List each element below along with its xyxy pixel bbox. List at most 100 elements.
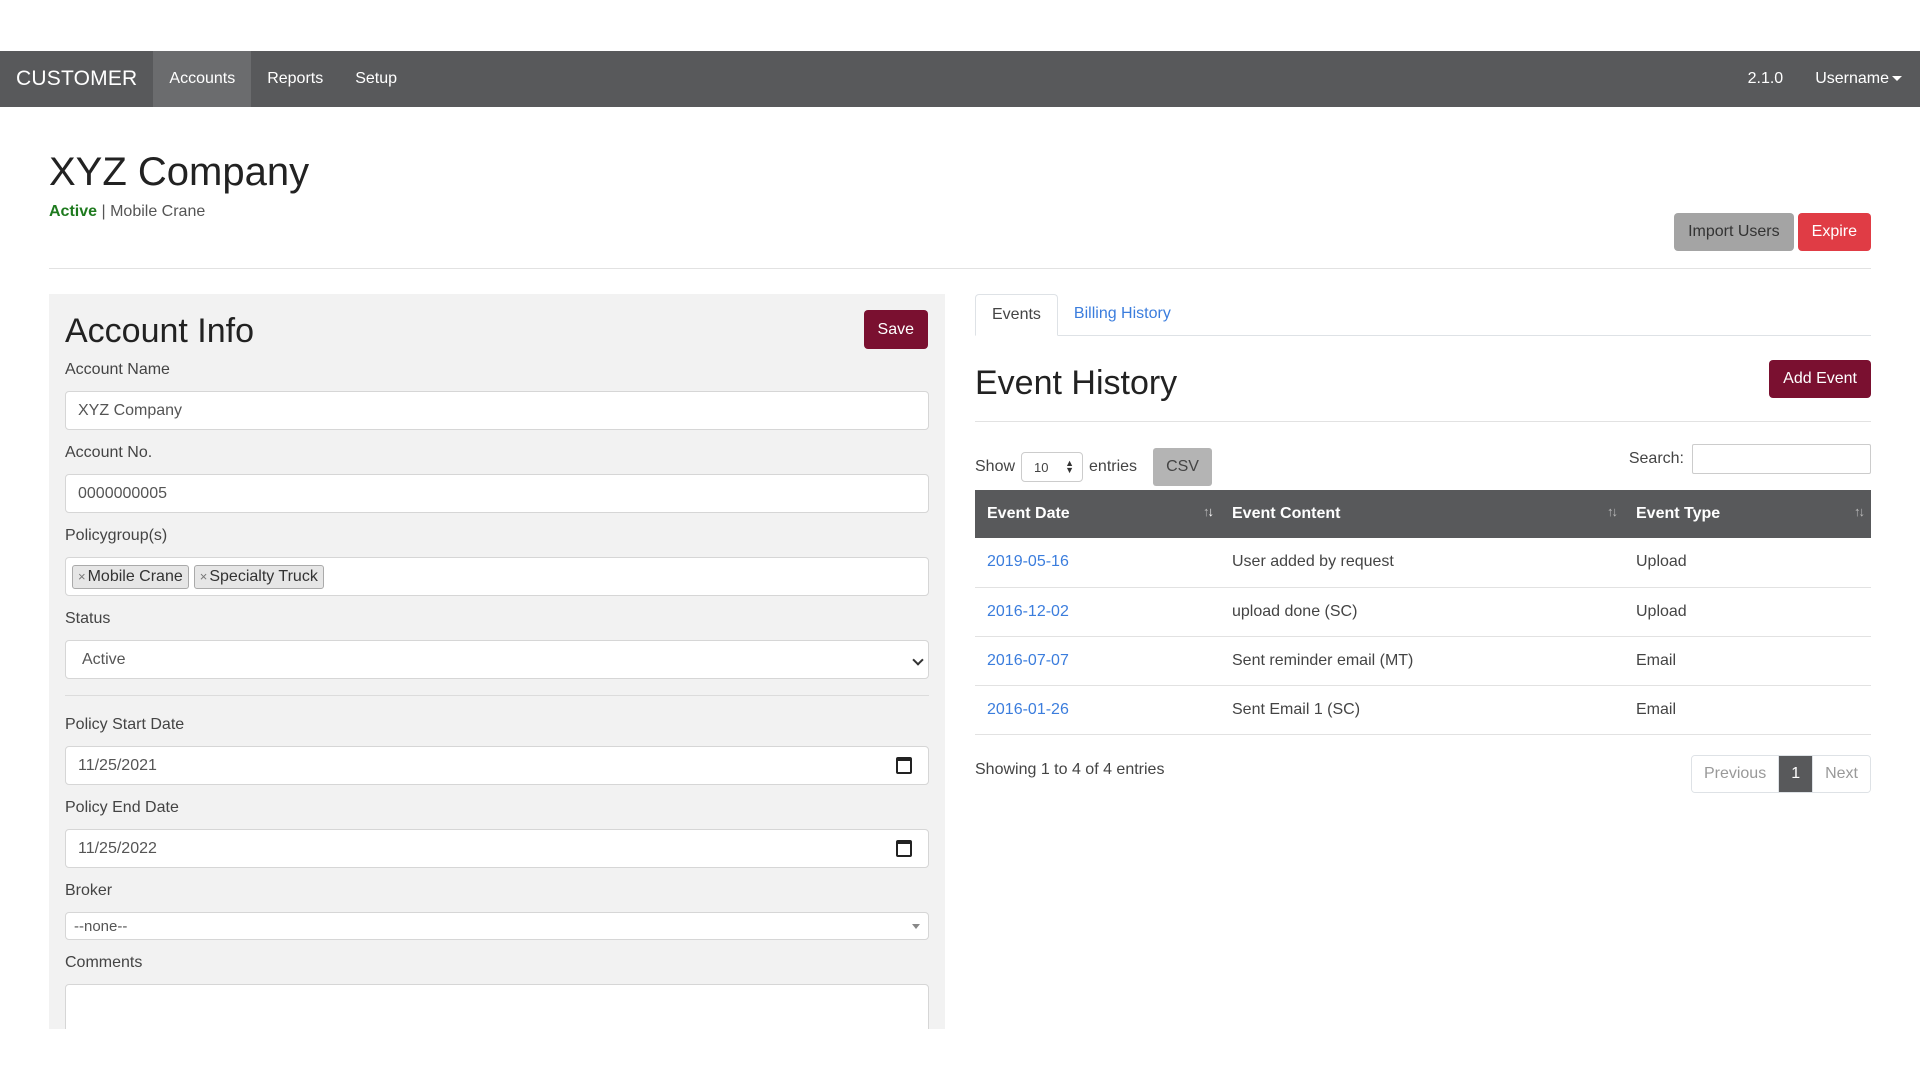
account-info-title: Account Info <box>65 312 255 350</box>
policy-label: Mobile Crane <box>110 203 206 220</box>
broker-label: Broker <box>65 882 113 899</box>
calendar-icon[interactable] <box>896 840 912 857</box>
event-date-link[interactable]: 2016-01-26 <box>987 701 1069 718</box>
event-type-cell: Upload <box>1624 538 1871 588</box>
caret-down-icon <box>912 924 920 929</box>
status-select[interactable]: Active <box>65 640 929 679</box>
pagination: Previous 1 Next <box>1690 754 1871 793</box>
entries-length: Show 10 ▲ ▼ entries CSV <box>975 448 1212 486</box>
table-row: 2016-12-02 upload done (SC) Upload <box>975 587 1871 637</box>
event-date-link[interactable]: 2019-05-16 <box>987 553 1069 570</box>
csv-button[interactable]: CSV <box>1153 448 1212 486</box>
table-header-row: Event Date ↑↓ Event Content ↑↓ Event Type ↑… <box>975 490 1871 538</box>
account-name-input[interactable]: XYZ Company <box>65 391 929 430</box>
separator: | <box>101 203 106 220</box>
event-header: Event History Add Event <box>975 336 1871 422</box>
top-gap <box>0 0 1920 51</box>
calendar-icon[interactable] <box>896 757 912 774</box>
nav-item-reports[interactable]: Reports <box>251 51 339 107</box>
caret-down-icon <box>1892 76 1902 82</box>
policy-end-value: 11/25/2022 <box>78 839 157 857</box>
search-input[interactable] <box>1692 444 1871 474</box>
event-table: Event Date ↑↓ Event Content ↑↓ Event Type ↑… <box>975 490 1871 735</box>
form-divider <box>65 695 929 696</box>
page-title: XYZ Company <box>49 150 310 194</box>
header-divider <box>49 268 1871 269</box>
page-button[interactable]: 1 <box>1779 755 1814 792</box>
tab-billing-history[interactable]: Billing History <box>1058 294 1187 335</box>
comments-textarea[interactable] <box>65 984 929 1029</box>
event-date-cell: 2016-07-07 <box>975 636 1220 686</box>
import-users-button[interactable]: Import Users <box>1674 213 1794 251</box>
account-no-label: Account No. <box>65 444 153 461</box>
event-content-cell: User added by request <box>1220 538 1624 588</box>
policygroup-tag[interactable]: × Specialty Truck <box>193 564 324 589</box>
remove-tag-icon[interactable]: × <box>78 569 86 584</box>
event-type-cell: Email <box>1624 636 1871 686</box>
event-type-cell: Email <box>1624 685 1871 735</box>
nav-item-setup[interactable]: Setup <box>339 51 413 107</box>
policy-start-value: 11/25/2021 <box>78 756 157 774</box>
comments-label: Comments <box>65 954 143 971</box>
policygroup-tag[interactable]: × Mobile Crane <box>72 564 189 589</box>
sort-icon: ↑↓ <box>1607 504 1618 519</box>
table-row: 2019-05-16 User added by request Upload <box>975 538 1871 588</box>
status-select-value: Active <box>82 650 126 668</box>
event-date-cell: 2016-01-26 <box>975 685 1220 735</box>
page-header: XYZ Company Active | Mobile Crane Import… <box>49 150 1871 251</box>
next-page-button[interactable]: Next <box>1813 755 1870 792</box>
tag-label: Specialty Truck <box>209 567 318 585</box>
table-info: Showing 1 to 4 of 4 entries <box>975 760 1165 778</box>
account-subline: Active | Mobile Crane <box>49 203 1871 221</box>
brand-logo[interactable]: CUSTOMER <box>0 51 153 107</box>
event-history-title: Event History <box>975 364 1178 402</box>
event-date-cell: 2016-12-02 <box>975 587 1220 637</box>
show-label: Show <box>975 458 1016 475</box>
sort-icon: ↑↓ <box>1854 504 1865 519</box>
table-row: 2016-01-26 Sent Email 1 (SC) Email <box>975 685 1871 735</box>
navbar: CUSTOMER Accounts Reports Setup 2.1.0 Us… <box>0 51 1920 107</box>
broker-select-value: --none-- <box>74 917 128 935</box>
event-panel: Events Billing History Event History Add… <box>975 294 1871 805</box>
column-header-event-type[interactable]: Event Type ↑↓ <box>1624 490 1871 538</box>
policy-end-date-input[interactable]: 11/25/2022 <box>65 829 929 868</box>
event-date-cell: 2019-05-16 <box>975 538 1220 588</box>
event-content-cell: Sent Email 1 (SC) <box>1220 685 1624 735</box>
broker-select[interactable]: --none-- <box>65 912 929 940</box>
remove-tag-icon[interactable]: × <box>200 569 208 584</box>
policygroups-input[interactable]: × Mobile Crane × Specialty Truck <box>65 557 929 596</box>
event-type-cell: Upload <box>1624 587 1871 637</box>
tab-events[interactable]: Events <box>975 294 1058 336</box>
account-info-panel: Account Info Save Account Name XYZ Compa… <box>49 294 945 1029</box>
event-date-link[interactable]: 2016-07-07 <box>987 652 1069 669</box>
event-content-cell: Sent reminder email (MT) <box>1220 636 1624 686</box>
add-event-button[interactable]: Add Event <box>1769 360 1871 398</box>
expire-button[interactable]: Expire <box>1797 213 1871 251</box>
sort-icon: ↑↓ <box>1203 504 1214 519</box>
table-footer: Showing 1 to 4 of 4 entries Previous 1 N… <box>975 735 1871 805</box>
save-button[interactable]: Save <box>863 310 928 349</box>
status-badge: Active <box>49 203 98 220</box>
username-label: Username <box>1815 70 1889 87</box>
user-menu[interactable]: Username <box>1799 70 1920 88</box>
table-controls: Show 10 ▲ ▼ entries CSV Search: <box>975 422 1871 490</box>
account-no-input[interactable]: 0000000005 <box>65 474 929 513</box>
entries-select[interactable]: 10 ▲ ▼ <box>1021 452 1084 482</box>
column-header-event-content[interactable]: Event Content ↑↓ <box>1220 490 1624 538</box>
table-row: 2016-07-07 Sent reminder email (MT) Emai… <box>975 636 1871 686</box>
policy-start-date-input[interactable]: 11/25/2021 <box>65 746 929 785</box>
version-label: 2.1.0 <box>1747 70 1784 87</box>
event-date-link[interactable]: 2016-12-02 <box>987 603 1069 620</box>
up-down-icon: ▲ ▼ <box>1065 458 1075 475</box>
column-label: Event Type <box>1636 505 1721 522</box>
entries-value: 10 <box>1034 459 1049 475</box>
column-header-event-date[interactable]: Event Date ↑↓ <box>975 490 1220 538</box>
status-label: Status <box>65 610 111 627</box>
tag-label: Mobile Crane <box>87 567 183 585</box>
header-actions: Import Users Expire <box>1674 213 1871 251</box>
nav-right: 2.1.0 Username <box>1732 70 1920 88</box>
nav-item-accounts[interactable]: Accounts <box>153 51 252 107</box>
chevron-down-icon <box>912 654 924 666</box>
policy-end-label: Policy End Date <box>65 799 179 816</box>
previous-page-button[interactable]: Previous <box>1691 755 1780 792</box>
